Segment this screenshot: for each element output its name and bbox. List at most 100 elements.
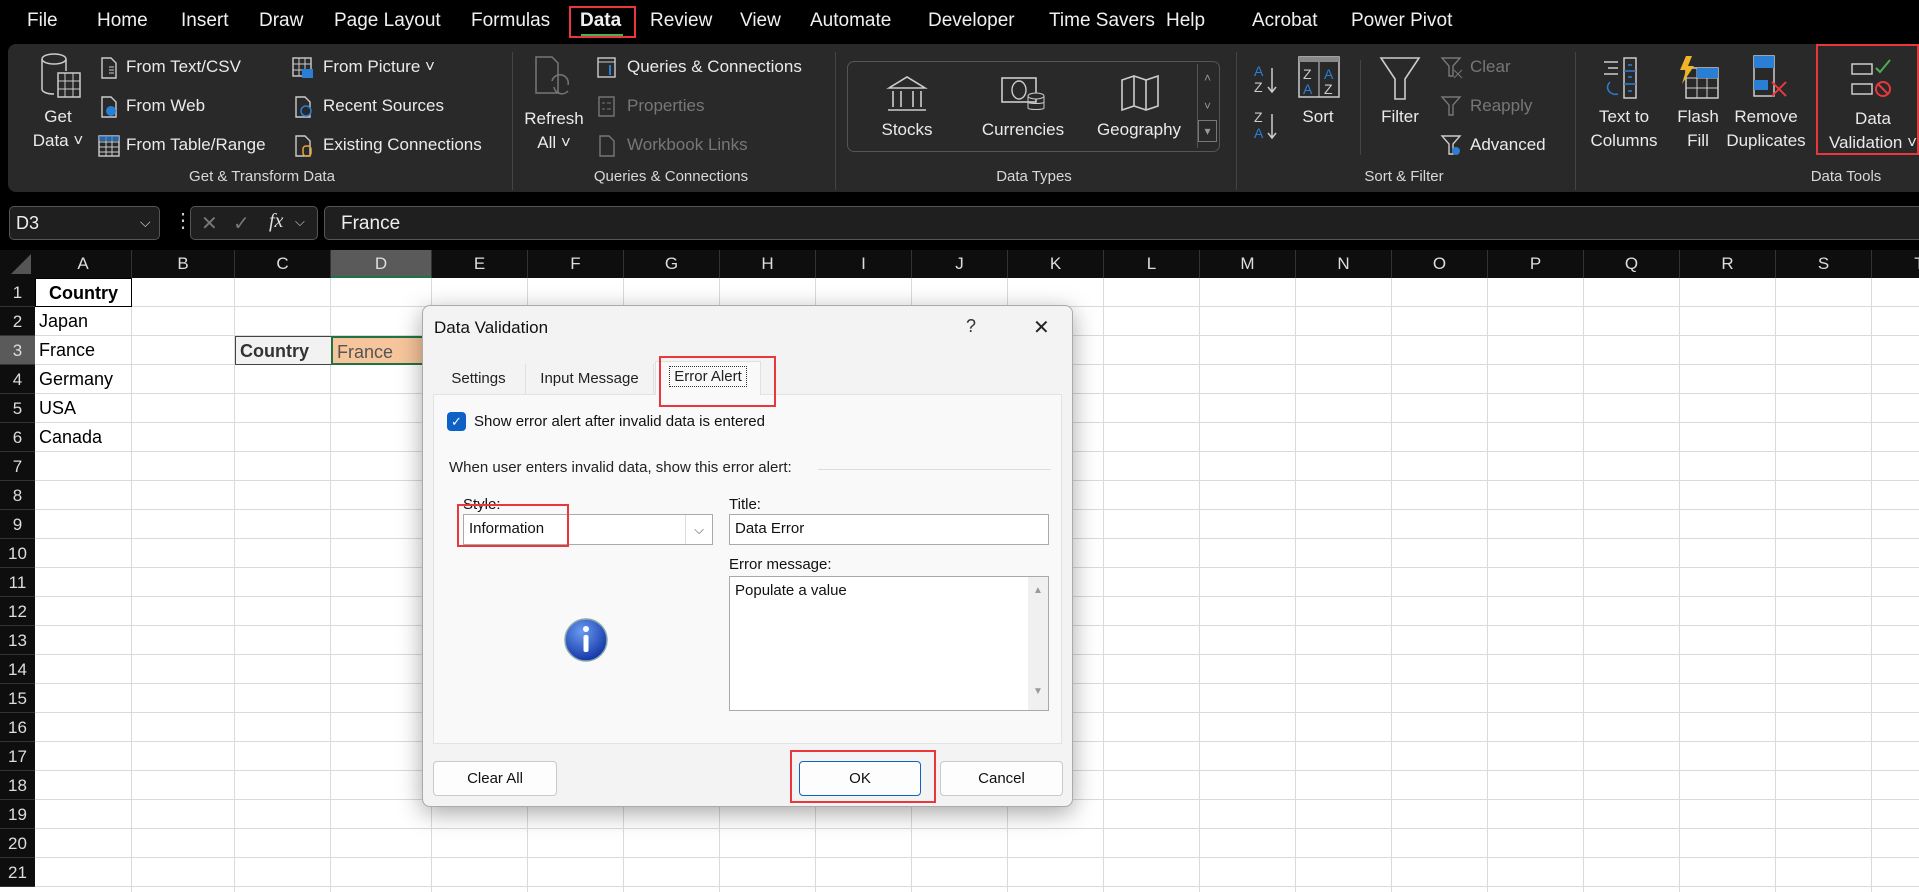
menu-review[interactable]: Review (650, 10, 712, 32)
row-header-10[interactable]: 10 (0, 539, 35, 568)
cancel-button[interactable]: Cancel (940, 761, 1063, 796)
insert-function-icon[interactable]: fx (269, 210, 283, 233)
row-header-20[interactable]: 20 (0, 829, 35, 858)
cancel-icon[interactable]: ✕ (201, 211, 218, 236)
row-header-18[interactable]: 18 (0, 771, 35, 800)
row-header-4[interactable]: 4 (0, 365, 35, 394)
chevron-down-icon[interactable]: ⌵ (295, 214, 305, 230)
cell-A6[interactable]: Canada (35, 423, 132, 452)
close-button[interactable]: ✕ (1033, 315, 1050, 340)
row-header-5[interactable]: 5 (0, 394, 35, 423)
row-header-7[interactable]: 7 (0, 452, 35, 481)
cell-A3[interactable]: France (35, 336, 132, 365)
data-validation-label-1: Data (1855, 109, 1891, 128)
gallery-expand-icon[interactable]: ▾ (1198, 120, 1217, 142)
column-header-C[interactable]: C (235, 250, 331, 278)
column-header-F[interactable]: F (528, 250, 624, 278)
menu-insert[interactable]: Insert (181, 10, 229, 32)
menu-data[interactable]: Data (580, 10, 621, 32)
column-header-I[interactable]: I (816, 250, 912, 278)
column-header-H[interactable]: H (720, 250, 816, 278)
bank-icon (886, 76, 928, 111)
chevron-down-icon[interactable]: ⌵ (685, 515, 712, 544)
column-header-K[interactable]: K (1008, 250, 1104, 278)
queries-pane-icon (597, 57, 616, 78)
column-header-O[interactable]: O (1392, 250, 1488, 278)
title-input[interactable]: Data Error (729, 514, 1049, 545)
menu-formulas[interactable]: Formulas (471, 10, 550, 32)
style-value: Information (469, 520, 545, 537)
column-header-B[interactable]: B (132, 250, 235, 278)
column-header-Q[interactable]: Q (1584, 250, 1680, 278)
column-header-S[interactable]: S (1776, 250, 1872, 278)
column-header-J[interactable]: J (912, 250, 1008, 278)
style-dropdown[interactable]: Information ⌵ (463, 514, 713, 545)
cell-C3[interactable]: Country (235, 336, 332, 365)
column-header-D[interactable]: D (331, 250, 432, 278)
column-header-P[interactable]: P (1488, 250, 1584, 278)
column-header-R[interactable]: R (1680, 250, 1776, 278)
cell-A5[interactable]: USA (35, 394, 132, 423)
name-box[interactable]: D3 ⌵ (9, 206, 160, 240)
row-header-11[interactable]: 11 (0, 568, 35, 597)
show-alert-checkbox[interactable]: ✓ (447, 412, 466, 431)
sort-z-to-a-icon[interactable]: ZA (1252, 108, 1282, 142)
formula-input[interactable]: France (324, 206, 1919, 240)
row-header-3[interactable]: 3 (0, 336, 35, 365)
clear-all-button[interactable]: Clear All (433, 761, 557, 796)
tab-input-message[interactable]: Input Message (525, 364, 654, 394)
menu-draw[interactable]: Draw (259, 10, 303, 32)
menu-acrobat[interactable]: Acrobat (1252, 10, 1317, 32)
gallery-scroll[interactable]: ˄ ˅ ▾ (1197, 64, 1217, 148)
menu-power-pivot[interactable]: Power Pivot (1351, 10, 1452, 32)
help-button[interactable]: ? (966, 316, 976, 337)
chevron-down-icon[interactable]: ⌵ (140, 214, 151, 231)
menu-home[interactable]: Home (97, 10, 148, 32)
column-header-M[interactable]: M (1200, 250, 1296, 278)
menu-automate[interactable]: Automate (810, 10, 891, 32)
menu-file[interactable]: File (27, 10, 58, 32)
ok-button[interactable]: OK (799, 761, 921, 796)
row-header-9[interactable]: 9 (0, 510, 35, 539)
column-header-G[interactable]: G (624, 250, 720, 278)
row-header-2[interactable]: 2 (0, 307, 35, 336)
row-header-13[interactable]: 13 (0, 626, 35, 655)
scroll-up-icon[interactable]: ˄ (1198, 64, 1217, 92)
menu-view[interactable]: View (740, 10, 781, 32)
cell-A1[interactable]: Country (35, 278, 132, 307)
cell-A4[interactable]: Germany (35, 365, 132, 394)
column-header-T[interactable]: T (1872, 250, 1919, 278)
row-header-12[interactable]: 12 (0, 597, 35, 626)
row-header-14[interactable]: 14 (0, 655, 35, 684)
menu-developer[interactable]: Developer (928, 10, 1015, 32)
row-header-17[interactable]: 17 (0, 742, 35, 771)
enter-icon[interactable]: ✓ (233, 211, 250, 236)
scroll-down-icon[interactable]: ˅ (1198, 92, 1217, 120)
row-header-1[interactable]: 1 (0, 278, 35, 307)
menu-time-savers[interactable]: Time Savers (1049, 10, 1155, 32)
textarea-scrollbar[interactable]: ▲ ▼ (1028, 577, 1048, 710)
cell-D3-selected[interactable]: France (331, 336, 432, 365)
group-label-sort-filter: Sort & Filter (1364, 168, 1444, 185)
row-header-15[interactable]: 15 (0, 684, 35, 713)
column-header-A[interactable]: A (35, 250, 132, 278)
column-header-E[interactable]: E (432, 250, 528, 278)
column-header-N[interactable]: N (1296, 250, 1392, 278)
select-all-button[interactable] (0, 250, 35, 278)
queries-connections-label: Queries & Connections (627, 57, 802, 76)
menu-page-layout[interactable]: Page Layout (334, 10, 441, 32)
cell-A2[interactable]: Japan (35, 307, 132, 336)
row-header-16[interactable]: 16 (0, 713, 35, 742)
row-header-8[interactable]: 8 (0, 481, 35, 510)
row-header-19[interactable]: 19 (0, 800, 35, 829)
tab-settings[interactable]: Settings (433, 364, 524, 394)
tab-error-alert[interactable]: Error Alert (655, 361, 761, 395)
row-header-21[interactable]: 21 (0, 858, 35, 887)
row-header-6[interactable]: 6 (0, 423, 35, 452)
database-icon (41, 53, 81, 98)
menu-help[interactable]: Help (1166, 10, 1205, 32)
error-message-textarea[interactable]: Populate a value ▲ ▼ (729, 576, 1049, 711)
sort-a-to-z-icon[interactable]: AZ (1252, 62, 1282, 96)
group-label-get-transform: Get & Transform Data (189, 168, 335, 185)
column-header-L[interactable]: L (1104, 250, 1200, 278)
